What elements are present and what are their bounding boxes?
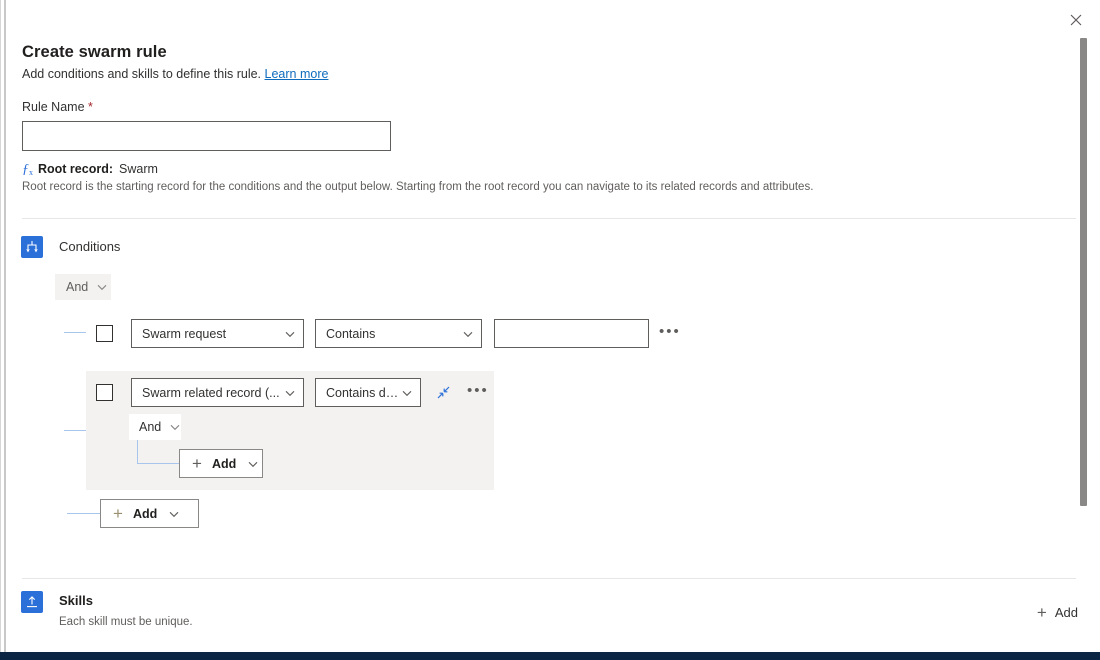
condition-row: Swarm request Contains •••	[96, 319, 681, 348]
condition-value-input[interactable]	[494, 319, 649, 348]
skills-add-label: Add	[1055, 605, 1078, 620]
condition-field-label: Swarm request	[142, 327, 226, 341]
root-group-operator-label: And	[66, 280, 88, 294]
plus-icon: +	[192, 458, 202, 470]
plus-icon: +	[1037, 606, 1047, 619]
chevron-down-icon	[285, 386, 295, 400]
condition-operator-dropdown[interactable]: Contains	[315, 319, 482, 348]
skills-section-subtitle: Each skill must be unique.	[59, 615, 193, 630]
chevron-down-icon	[169, 507, 179, 521]
connector-line-add	[67, 513, 100, 514]
conditions-builder: And Swarm request Contains	[1, 0, 1100, 652]
nested-group-join-label: And	[139, 420, 161, 434]
skills-add-button[interactable]: + Add	[1037, 605, 1078, 620]
skills-section-title: Skills	[59, 591, 193, 611]
connector-line-nested-horizontal	[137, 463, 180, 464]
nested-group-operator-dropdown[interactable]: Contains data	[315, 378, 421, 407]
nested-group-header-row: Swarm related record (... Contains data	[96, 378, 489, 407]
chevron-down-icon	[285, 327, 295, 341]
condition-operator-label: Contains	[326, 327, 375, 341]
root-group-add-label: Add	[133, 507, 157, 521]
nested-group-checkbox[interactable]	[96, 384, 113, 401]
nested-group-field-label: Swarm related record (...	[142, 386, 280, 400]
window-bottom-bar	[0, 652, 1100, 660]
root-group-operator-dropdown[interactable]: And	[55, 274, 111, 300]
connector-line-group	[64, 430, 86, 431]
nested-group-operator-join-dropdown[interactable]: And	[129, 414, 181, 440]
nested-group-field-dropdown[interactable]: Swarm related record (...	[131, 378, 304, 407]
skills-section-header: Skills Each skill must be unique.	[21, 591, 193, 630]
nested-group-more-button[interactable]: •••	[467, 386, 489, 400]
upload-icon	[21, 591, 43, 613]
condition-field-dropdown[interactable]: Swarm request	[131, 319, 304, 348]
nested-group-operator-label: Contains data	[326, 386, 402, 400]
chevron-down-icon	[463, 327, 473, 341]
plus-icon: +	[113, 508, 123, 520]
chevron-down-icon	[248, 457, 258, 471]
nested-group-add-label: Add	[212, 457, 236, 471]
condition-row-checkbox[interactable]	[96, 325, 113, 342]
condition-row-more-button[interactable]: •••	[659, 327, 681, 341]
connector-line-nested-vertical	[137, 440, 138, 463]
connector-line-row1	[64, 332, 86, 333]
root-group-add-button[interactable]: + Add	[100, 499, 199, 528]
chevron-down-icon	[402, 386, 412, 400]
nested-group-add-button[interactable]: + Add	[179, 449, 263, 478]
skills-section-divider	[22, 578, 1076, 579]
collapse-arrows-icon[interactable]	[433, 383, 453, 403]
chevron-down-icon	[97, 280, 107, 294]
create-swarm-rule-panel: Create swarm rule Add conditions and ski…	[0, 0, 1100, 652]
chevron-down-icon	[170, 420, 180, 434]
